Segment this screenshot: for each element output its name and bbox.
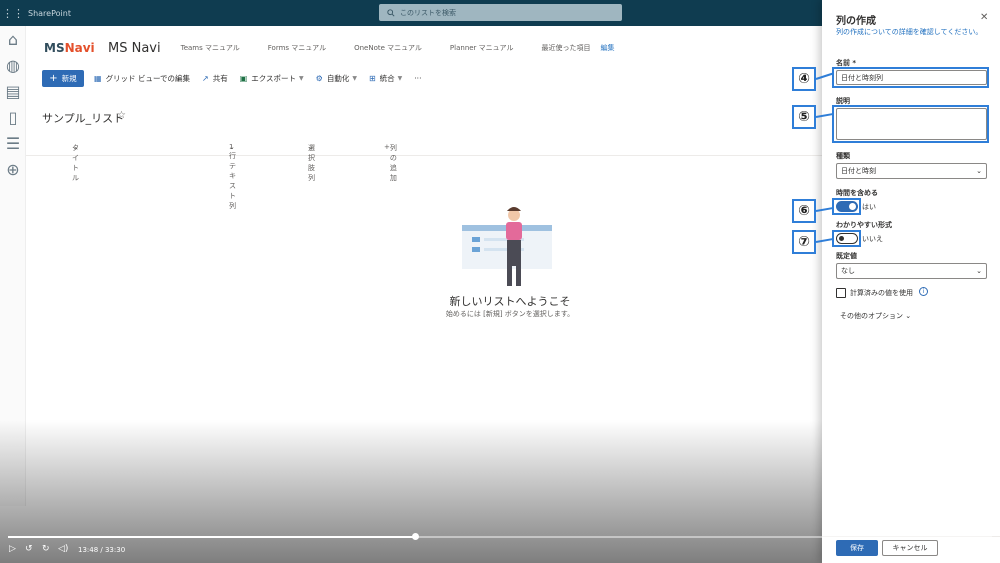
- nav-onenote[interactable]: OneNote マニュアル: [354, 43, 422, 53]
- highlight-include-time-toggle: [832, 198, 861, 215]
- highlight-friendly-format-toggle: [832, 230, 861, 247]
- nav-edit-link[interactable]: 編集: [600, 43, 614, 53]
- search-placeholder: このリストを検索: [400, 8, 456, 17]
- highlight-name-field: [832, 67, 989, 88]
- panel-title: 列の作成: [836, 16, 876, 27]
- site-name[interactable]: MS Navi: [108, 41, 161, 56]
- grid-edit-button[interactable]: ▦ グリッド ビューでの編集: [94, 73, 190, 84]
- type-label: 種類: [836, 152, 850, 160]
- new-button[interactable]: + 新規: [42, 69, 84, 87]
- rewind-icon[interactable]: ↺: [25, 544, 33, 554]
- chevron-down-icon: ▼: [299, 74, 304, 82]
- empty-list-illustration: [462, 207, 552, 286]
- default-value-label: 既定値: [836, 252, 857, 260]
- more-options-button[interactable]: その他のオプション ⌄: [840, 311, 911, 321]
- play-icon[interactable]: ▷: [9, 544, 16, 554]
- empty-title: 新しいリストへようこそ: [449, 295, 571, 308]
- video-overlay-gradient: [0, 420, 822, 563]
- friendly-format-state: いいえ: [862, 235, 883, 243]
- share-button[interactable]: ↗ 共有: [202, 73, 228, 84]
- cancel-button[interactable]: キャンセル: [882, 540, 938, 556]
- include-time-state: はい: [862, 203, 876, 211]
- site-logo[interactable]: MS Navi: [44, 32, 102, 64]
- app-launcher-icon[interactable]: ⋮⋮: [0, 0, 26, 26]
- type-select[interactable]: 日付と時刻 ⌄: [836, 163, 987, 179]
- chevron-down-icon: ⌄: [905, 312, 912, 320]
- close-icon[interactable]: ✕: [980, 12, 988, 23]
- search-icon: [387, 8, 395, 17]
- favorite-star-icon[interactable]: ☆: [117, 110, 126, 121]
- search-box[interactable]: このリストを検索: [379, 4, 622, 21]
- callout-5: ⑤: [792, 105, 816, 129]
- forward-icon[interactable]: ↻: [42, 544, 50, 554]
- add-column-button[interactable]: + 列の追加: [384, 143, 397, 182]
- details-link[interactable]: 列の作成についての詳細を確認してください。: [836, 27, 986, 37]
- nav-teams[interactable]: Teams マニュアル: [181, 43, 240, 53]
- settings-gear-icon[interactable]: ⚙: [965, 544, 973, 554]
- fullscreen-icon[interactable]: ⤢: [983, 544, 990, 554]
- video-progress-knob[interactable]: [411, 533, 419, 540]
- chevron-down-icon: ⌄: [976, 167, 982, 175]
- chevron-down-icon: ⌄: [976, 267, 982, 275]
- video-time: 13:48 / 33:30: [78, 546, 126, 554]
- column-header-row: タイトル ⌄ 1行テキスト列 ⌄ 選択肢列 ⌄ + 列の追加: [26, 138, 826, 210]
- globe-icon[interactable]: ◍: [0, 52, 26, 78]
- nav-forms[interactable]: Forms マニュアル: [268, 43, 326, 53]
- document-icon[interactable]: ▯: [0, 104, 26, 130]
- site-header: MS Navi MS Navi Teams マニュアル Forms マニュアル O…: [26, 26, 826, 70]
- callout-6: ⑥: [792, 199, 816, 223]
- integrate-button[interactable]: ⊞ 統合 ▼: [369, 73, 402, 84]
- video-progress-bar[interactable]: [8, 536, 992, 538]
- column-title[interactable]: タイトル ⌄: [72, 143, 79, 182]
- export-button[interactable]: ▣ エクスポート ▼: [240, 73, 304, 84]
- calculated-value-checkbox[interactable]: [836, 288, 846, 298]
- include-time-label: 時間を含める: [836, 189, 878, 197]
- more-button[interactable]: ···: [414, 74, 421, 83]
- list-title: サンプル_リスト: [42, 112, 125, 125]
- share-icon: ↗: [202, 73, 209, 83]
- highlight-description-field: [832, 105, 989, 143]
- home-icon[interactable]: ⌂: [0, 26, 26, 52]
- grid-icon: ▦: [94, 73, 102, 83]
- captions-icon[interactable]: ⎚: [948, 544, 955, 554]
- callout-7: ⑦: [792, 230, 816, 254]
- add-icon[interactable]: ⊕: [0, 156, 26, 182]
- nav-planner[interactable]: Planner マニュアル: [450, 43, 514, 53]
- nav-recent[interactable]: 最近使った項目: [541, 43, 590, 53]
- plus-icon: +: [49, 72, 58, 84]
- excel-icon: ▣: [239, 73, 248, 83]
- list-icon[interactable]: ☰: [0, 130, 26, 156]
- video-progress-fill: [8, 536, 416, 538]
- news-icon[interactable]: ▤: [0, 78, 26, 104]
- chevron-down-icon: ▼: [397, 74, 403, 82]
- command-bar: + 新規 ▦ グリッド ビューでの編集 ↗ 共有 ▣ エクスポート ▼ ⚙ 自動化 ▼ ⊞ 統合…: [26, 66, 826, 90]
- flow-icon: ⚙: [315, 73, 323, 83]
- brand-label[interactable]: SharePoint: [28, 9, 71, 18]
- chevron-down-icon: ▼: [352, 74, 357, 82]
- default-value-select[interactable]: なし ⌄: [836, 263, 987, 279]
- volume-icon[interactable]: ◁): [58, 544, 68, 554]
- automate-button[interactable]: ⚙ 自動化 ▼: [316, 73, 357, 84]
- callout-4: ④: [792, 67, 816, 91]
- integrate-icon: ⊞: [368, 73, 376, 83]
- calculated-value-label: 計算済みの値を使用: [850, 289, 913, 297]
- column-text[interactable]: 1行テキスト列 ⌄: [229, 143, 236, 210]
- info-icon[interactable]: i: [919, 287, 928, 296]
- save-button[interactable]: 保存: [836, 540, 878, 556]
- column-choice[interactable]: 選択肢列 ⌄: [308, 143, 315, 182]
- friendly-format-label: わかりやすい形式: [836, 221, 892, 229]
- empty-subtitle: 始めるには [新規] ボタンを選択します。: [445, 310, 575, 318]
